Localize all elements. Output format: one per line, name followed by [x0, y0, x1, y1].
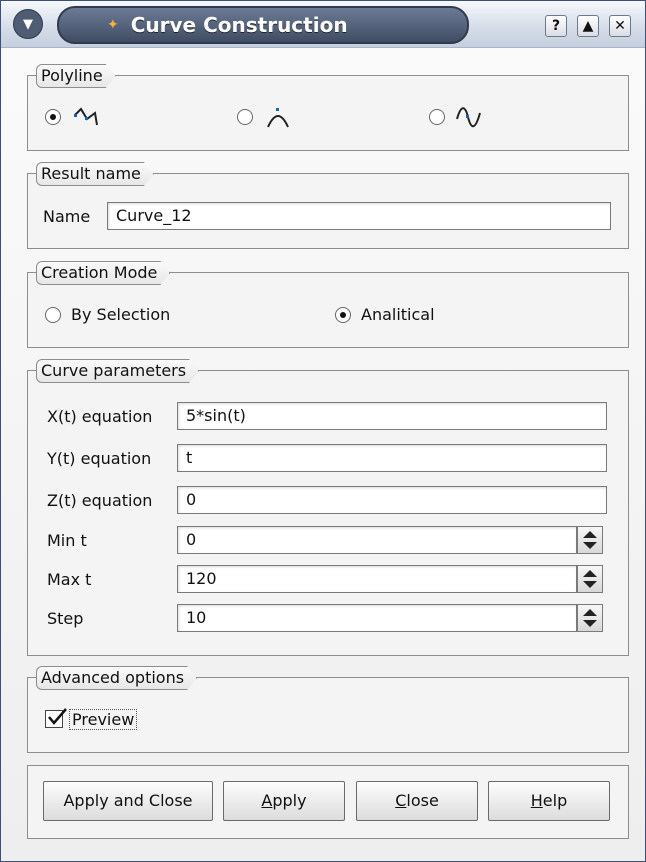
help-label: elp — [542, 791, 568, 810]
chevron-down-icon: ▼ — [23, 16, 33, 32]
x-equation-label: X(t) equation — [47, 407, 153, 426]
min-t-label: Min t — [47, 531, 87, 550]
polyline-group: Polyline — [27, 75, 629, 151]
arc-radio[interactable] — [237, 109, 253, 125]
max-t-input[interactable]: 120 — [177, 565, 577, 593]
max-t-label: Max t — [47, 570, 92, 589]
apply-label: pply — [272, 791, 307, 810]
x-equation-input[interactable]: 5*sin(t) — [177, 402, 607, 430]
window-menu-button[interactable]: ▼ — [13, 9, 43, 39]
analitical-radio[interactable] — [335, 307, 351, 323]
checkmark-icon — [48, 708, 67, 725]
min-t-input[interactable]: 0 — [177, 526, 577, 554]
result-name-legend: Result name — [36, 162, 154, 186]
close-label: lose — [406, 791, 439, 810]
help-title-button[interactable]: ? — [545, 15, 567, 37]
min-t-spinner[interactable] — [577, 526, 603, 554]
advanced-options-legend: Advanced options — [36, 666, 197, 690]
title-pill: ✦ Curve Construction — [57, 6, 469, 44]
close-window-button[interactable]: ✕ — [609, 15, 631, 37]
help-mnemonic: H — [530, 791, 543, 810]
spinner-arrows-icon — [583, 531, 597, 549]
curve-parameters-legend: Curve parameters — [36, 359, 199, 383]
title-bar: ▼ ✦ Curve Construction ? ▲ ✕ — [1, 1, 645, 48]
analitical-label[interactable]: Analitical — [361, 305, 435, 324]
by-selection-label[interactable]: By Selection — [71, 305, 170, 324]
spline-radio[interactable] — [429, 109, 445, 125]
by-selection-radio[interactable] — [45, 307, 61, 323]
polyline-legend: Polyline — [36, 64, 116, 88]
step-input[interactable]: 10 — [177, 604, 577, 632]
polyline-icon — [74, 107, 98, 126]
name-input[interactable]: Curve_12 — [107, 202, 611, 230]
preview-label[interactable]: Preview — [69, 709, 138, 730]
z-equation-input[interactable]: 0 — [177, 486, 607, 514]
help-button[interactable]: Help — [488, 781, 610, 821]
polyline-radio[interactable] — [45, 109, 61, 125]
step-spinner[interactable] — [577, 604, 603, 632]
spline-icon — [456, 107, 481, 128]
name-label: Name — [43, 207, 91, 226]
apply-and-close-button[interactable]: Apply and Close — [43, 781, 213, 821]
arc-icon — [267, 108, 289, 128]
app-logo-icon: ✦ — [107, 17, 119, 33]
window-title: Curve Construction — [130, 13, 348, 37]
close-mnemonic: C — [395, 791, 407, 810]
shade-button[interactable]: ▲ — [577, 15, 599, 37]
preview-checkbox[interactable] — [45, 708, 67, 728]
creation-mode-legend: Creation Mode — [36, 261, 170, 285]
apply-button[interactable]: Apply — [223, 781, 345, 821]
curve-construction-dialog: ▼ ✦ Curve Construction ? ▲ ✕ Polyline Re… — [0, 0, 646, 862]
max-t-spinner[interactable] — [577, 565, 603, 593]
z-equation-label: Z(t) equation — [47, 491, 153, 510]
y-equation-input[interactable]: t — [177, 444, 607, 472]
close-button[interactable]: Close — [356, 781, 478, 821]
y-equation-label: Y(t) equation — [47, 449, 152, 468]
step-label: Step — [47, 609, 84, 628]
spinner-arrows-icon — [583, 609, 597, 627]
spinner-arrows-icon — [583, 570, 597, 588]
apply-mnemonic: A — [261, 791, 273, 810]
